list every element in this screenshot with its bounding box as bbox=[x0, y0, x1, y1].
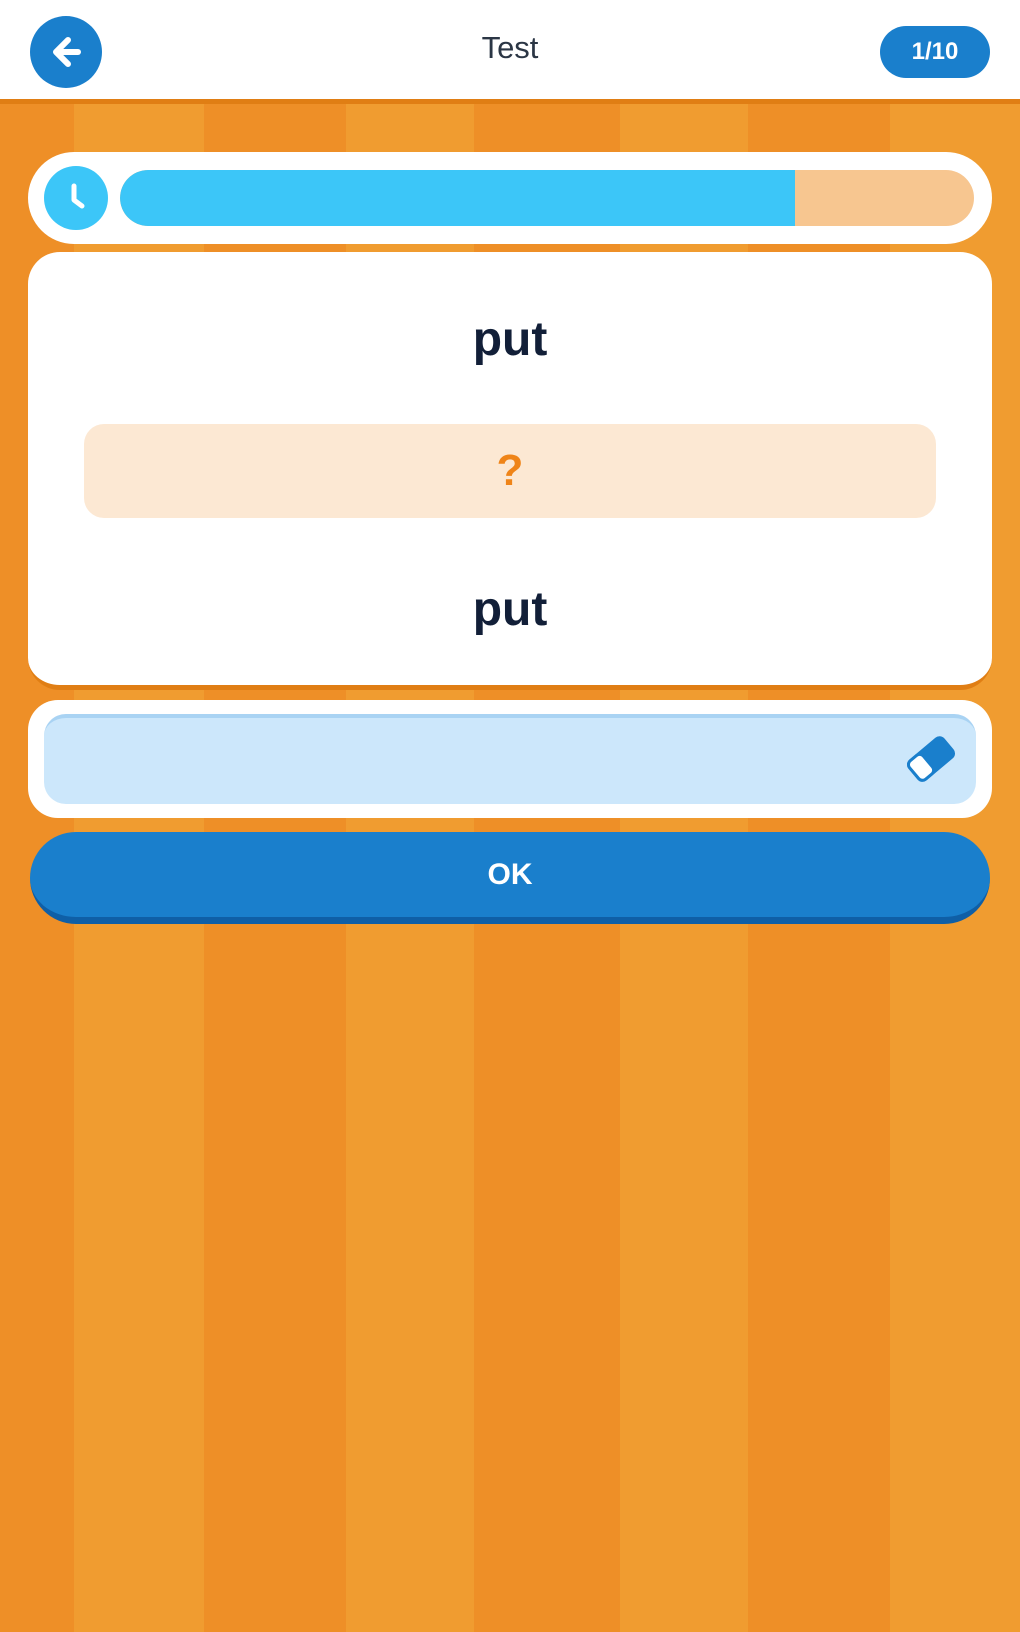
question-card: put ? put bbox=[28, 252, 992, 690]
timer-bar bbox=[28, 152, 992, 244]
answer-input-card bbox=[28, 700, 992, 818]
question-word-top: put bbox=[472, 313, 548, 366]
page-title: Test bbox=[481, 30, 539, 65]
timer-track bbox=[120, 170, 974, 226]
question-counter-badge: 1/10 bbox=[880, 26, 990, 78]
answer-input[interactable] bbox=[44, 714, 976, 804]
clock-icon bbox=[44, 166, 108, 230]
clear-button[interactable] bbox=[898, 726, 964, 792]
eraser-icon bbox=[906, 736, 956, 782]
answer-slot: ? bbox=[84, 424, 936, 518]
timer-fill bbox=[120, 170, 795, 226]
top-bar: Test 1/10 bbox=[0, 0, 1020, 104]
question-word-bottom: put bbox=[472, 583, 548, 636]
ok-button[interactable]: OK bbox=[30, 832, 990, 924]
